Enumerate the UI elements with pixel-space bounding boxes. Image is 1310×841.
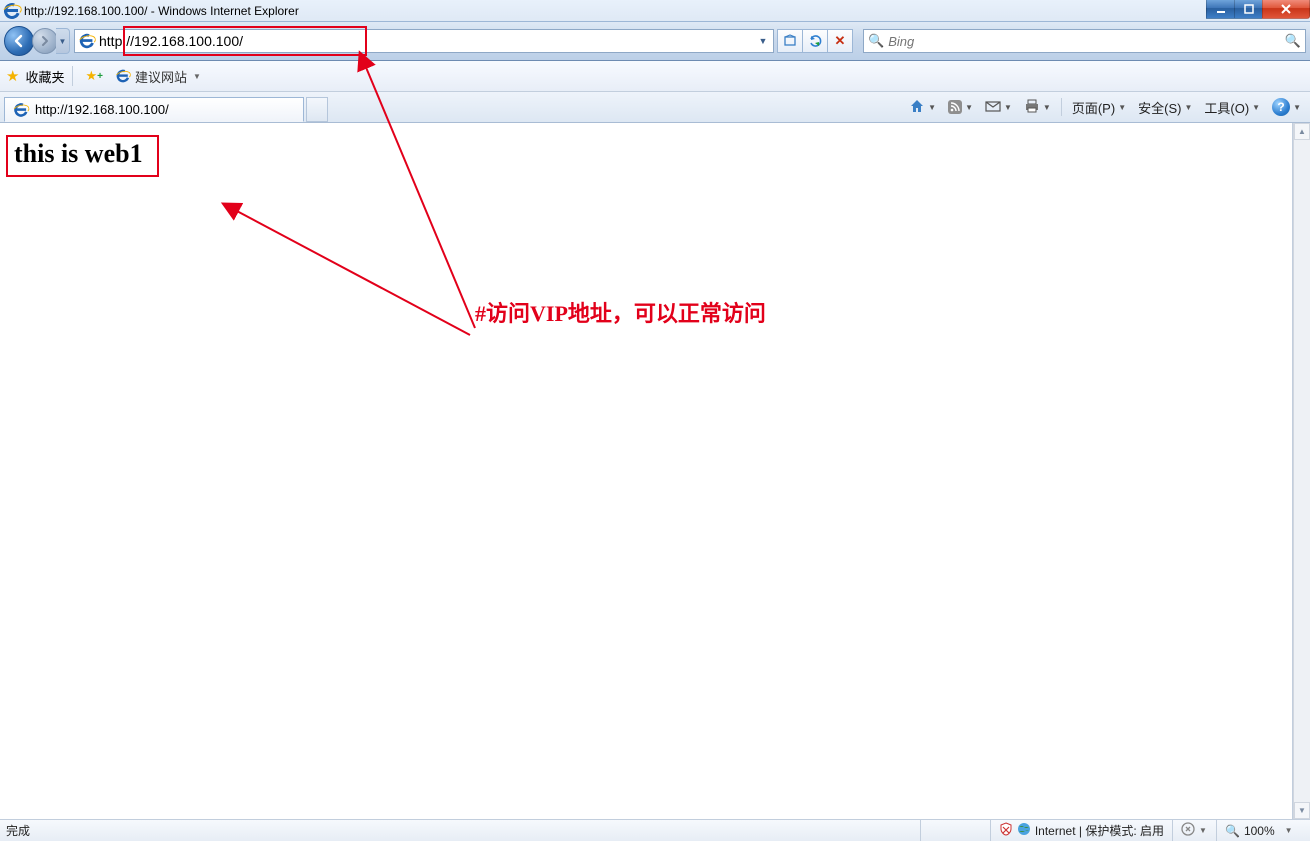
scroll-up-button[interactable]: ▲	[1294, 123, 1310, 140]
scroll-track[interactable]	[1294, 140, 1310, 802]
favorites-label[interactable]: 收藏夹	[25, 67, 64, 86]
plus-icon: +	[97, 71, 103, 82]
chevron-down-icon: ▼	[1293, 103, 1301, 112]
command-bar: ▼ ▼ ▼ ▼ 页面(P) ▼ 安全(S) ▼	[904, 92, 1306, 122]
printer-icon	[1024, 98, 1040, 117]
divider	[72, 66, 73, 86]
vertical-scrollbar[interactable]: ▲ ▼	[1293, 123, 1310, 819]
new-tab-button[interactable]	[306, 97, 328, 122]
search-input[interactable]	[888, 34, 1285, 49]
recent-pages-dropdown[interactable]: ▼	[56, 28, 70, 54]
suggested-sites-label: 建议网站	[135, 67, 187, 86]
chevron-down-icon: ▼	[193, 72, 201, 81]
status-mode-cell[interactable]: ▼	[1172, 820, 1216, 841]
chevron-down-icon: ▼	[1118, 103, 1126, 112]
window-titlebar: http://192.168.100.100/ - Windows Intern…	[0, 0, 1310, 22]
mail-icon	[985, 99, 1001, 116]
chevron-down-icon: ▼	[1252, 103, 1260, 112]
tools-menu[interactable]: 工具(O) ▼	[1199, 95, 1265, 120]
suggested-sites-link[interactable]: 建议网站 ▼	[111, 65, 205, 88]
stop-button[interactable]: ✕	[827, 29, 853, 53]
forward-button[interactable]	[32, 28, 58, 54]
separator	[1061, 98, 1062, 116]
page-content: this is web1 #访问VIP地址，可以正常访问	[0, 123, 1293, 819]
chevron-down-icon: ▼	[1184, 103, 1192, 112]
add-to-favorites-bar-button[interactable]: ★ +	[81, 66, 107, 86]
help-button[interactable]: ? ▼	[1267, 95, 1306, 119]
chevron-down-icon: ▼	[965, 103, 973, 112]
feeds-button[interactable]: ▼	[943, 97, 978, 117]
chevron-down-icon: ▼	[1043, 103, 1051, 112]
shield-icon	[999, 822, 1013, 839]
chevron-down-icon: ▼	[1285, 826, 1293, 835]
chevron-down-icon: ▼	[1199, 826, 1207, 835]
status-bar: 完成 Internet | 保护模式: 启用 ▼ 🔍 100% ▼	[0, 819, 1310, 841]
address-bar[interactable]: ▼	[74, 29, 774, 53]
protected-mode-icon	[1181, 822, 1195, 839]
zoom-icon: 🔍	[1225, 824, 1240, 838]
status-empty-cell	[920, 820, 990, 841]
ie-logo-icon	[4, 3, 20, 19]
safety-menu-label: 安全(S)	[1138, 98, 1181, 117]
status-text: 完成	[4, 822, 30, 839]
globe-icon	[1017, 822, 1031, 839]
help-icon: ?	[1272, 98, 1290, 116]
safety-menu[interactable]: 安全(S) ▼	[1133, 95, 1197, 120]
chevron-down-icon: ▼	[928, 103, 936, 112]
url-input[interactable]	[99, 31, 755, 51]
search-icon: 🔍	[868, 33, 884, 49]
rss-icon	[948, 100, 962, 114]
window-title: http://192.168.100.100/ - Windows Intern…	[24, 4, 299, 18]
chevron-down-icon: ▼	[1004, 103, 1012, 112]
address-history-dropdown[interactable]: ▼	[755, 36, 771, 46]
maximize-button[interactable]	[1234, 0, 1263, 19]
page-menu-label: 页面(P)	[1072, 98, 1115, 117]
tab-title: http://192.168.100.100/	[35, 102, 169, 117]
zone-label: Internet | 保护模式: 启用	[1035, 822, 1164, 839]
favorites-bar: ★ 收藏夹 ★ + 建议网站 ▼	[0, 61, 1310, 92]
home-icon	[909, 98, 925, 117]
navigation-bar: ▼ ▼ ✕ 🔍 🔍	[0, 22, 1310, 61]
zoom-control[interactable]: 🔍 100% ▼	[1216, 820, 1306, 841]
compat-view-button[interactable]	[777, 29, 803, 53]
favorites-star-icon[interactable]: ★	[6, 67, 19, 85]
star-icon: ★	[85, 68, 97, 84]
refresh-button[interactable]	[802, 29, 828, 53]
tab-favicon-icon	[14, 103, 28, 117]
tab-bar: http://192.168.100.100/ ▼ ▼ ▼ ▼	[0, 92, 1310, 123]
annotation-box-heading: this is web1	[6, 135, 159, 177]
page-favicon-icon	[79, 33, 95, 49]
tools-menu-label: 工具(O)	[1204, 98, 1249, 117]
page-heading: this is web1	[14, 139, 143, 169]
read-mail-button[interactable]: ▼	[980, 96, 1017, 119]
security-zone[interactable]: Internet | 保护模式: 启用	[990, 820, 1172, 841]
minimize-button[interactable]	[1206, 0, 1235, 19]
home-button[interactable]: ▼	[904, 95, 941, 120]
tab-active[interactable]: http://192.168.100.100/	[4, 97, 304, 122]
zoom-level: 100%	[1244, 824, 1275, 838]
back-button[interactable]	[4, 26, 34, 56]
scroll-down-button[interactable]: ▼	[1294, 802, 1310, 819]
ie-icon	[117, 70, 130, 83]
page-menu[interactable]: 页面(P) ▼	[1067, 95, 1131, 120]
search-box[interactable]: 🔍 🔍	[863, 29, 1306, 53]
annotation-text: #访问VIP地址，可以正常访问	[475, 296, 766, 328]
close-button[interactable]	[1262, 0, 1310, 19]
search-go-button[interactable]: 🔍	[1285, 33, 1301, 49]
print-button[interactable]: ▼	[1019, 95, 1056, 120]
